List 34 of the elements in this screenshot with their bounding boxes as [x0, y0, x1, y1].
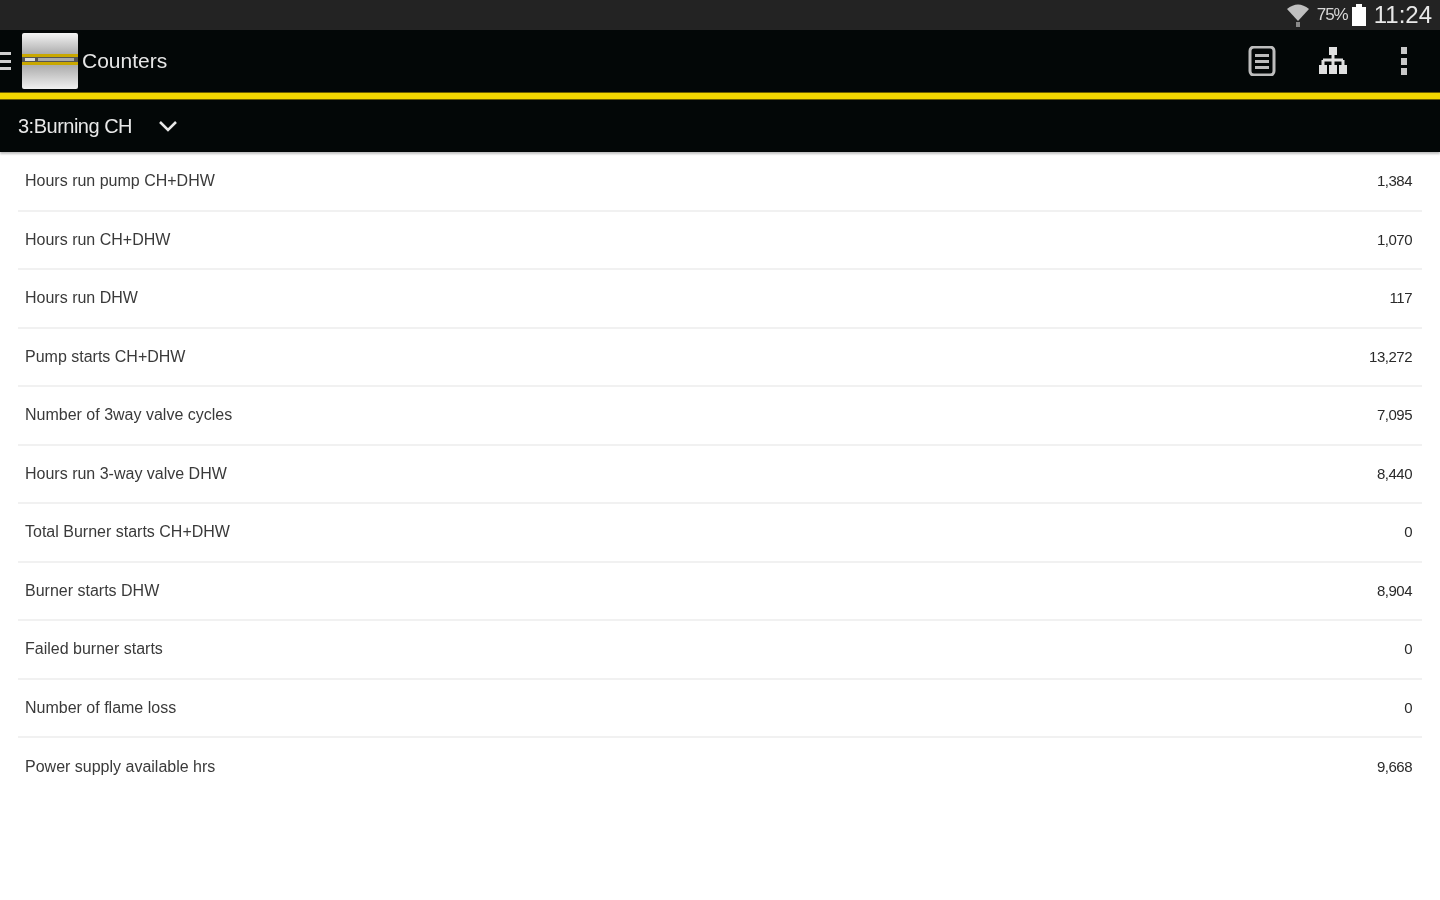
counter-value: 8,440	[1376, 463, 1412, 484]
counter-label: Hours run 3-way valve DHW	[25, 463, 227, 484]
clock: 11:24	[1373, 0, 1432, 30]
menu-icon[interactable]	[0, 52, 12, 70]
battery-percentage: 75%	[1316, 4, 1348, 27]
counter-value: 117	[1389, 288, 1412, 308]
counter-value: 0	[1404, 639, 1412, 659]
mode-dropdown[interactable]: 3:Burning CH	[18, 104, 179, 148]
counter-value: 13,272	[1369, 346, 1412, 367]
counter-label: Burner starts DHW	[25, 580, 160, 601]
counter-label: Failed burner starts	[25, 639, 163, 660]
more-options-icon[interactable]	[1400, 47, 1408, 75]
counter-label: Number of flame loss	[25, 697, 177, 718]
counter-value: 1,070	[1376, 229, 1412, 250]
counter-label: Total Burner starts CH+DHW	[25, 522, 230, 543]
screen-title: Counters	[82, 48, 168, 75]
counter-value: 0	[1404, 522, 1412, 542]
counter-label: Number of 3way valve cycles	[25, 405, 233, 426]
counter-label: Hours run DHW	[25, 288, 138, 309]
counter-label: Hours run CH+DHW	[25, 229, 171, 250]
counter-value: 8,904	[1376, 580, 1412, 601]
document-icon[interactable]	[1248, 46, 1276, 76]
counter-label: Hours run pump CH+DHW	[25, 171, 215, 192]
counter-value: 7,095	[1376, 405, 1412, 425]
wifi-icon	[1286, 3, 1309, 27]
hierarchy-icon[interactable]	[1318, 47, 1348, 75]
counter-label: Power supply available hrs	[25, 757, 216, 778]
counter-value: 0	[1404, 697, 1412, 718]
chevron-down-icon	[158, 120, 179, 132]
counter-value: 1,384	[1376, 171, 1412, 191]
logo-icon	[22, 33, 78, 89]
battery-icon	[1351, 4, 1366, 26]
counter-label: Pump starts CH+DHW	[25, 346, 186, 367]
counter-value: 9,668	[1376, 757, 1412, 777]
